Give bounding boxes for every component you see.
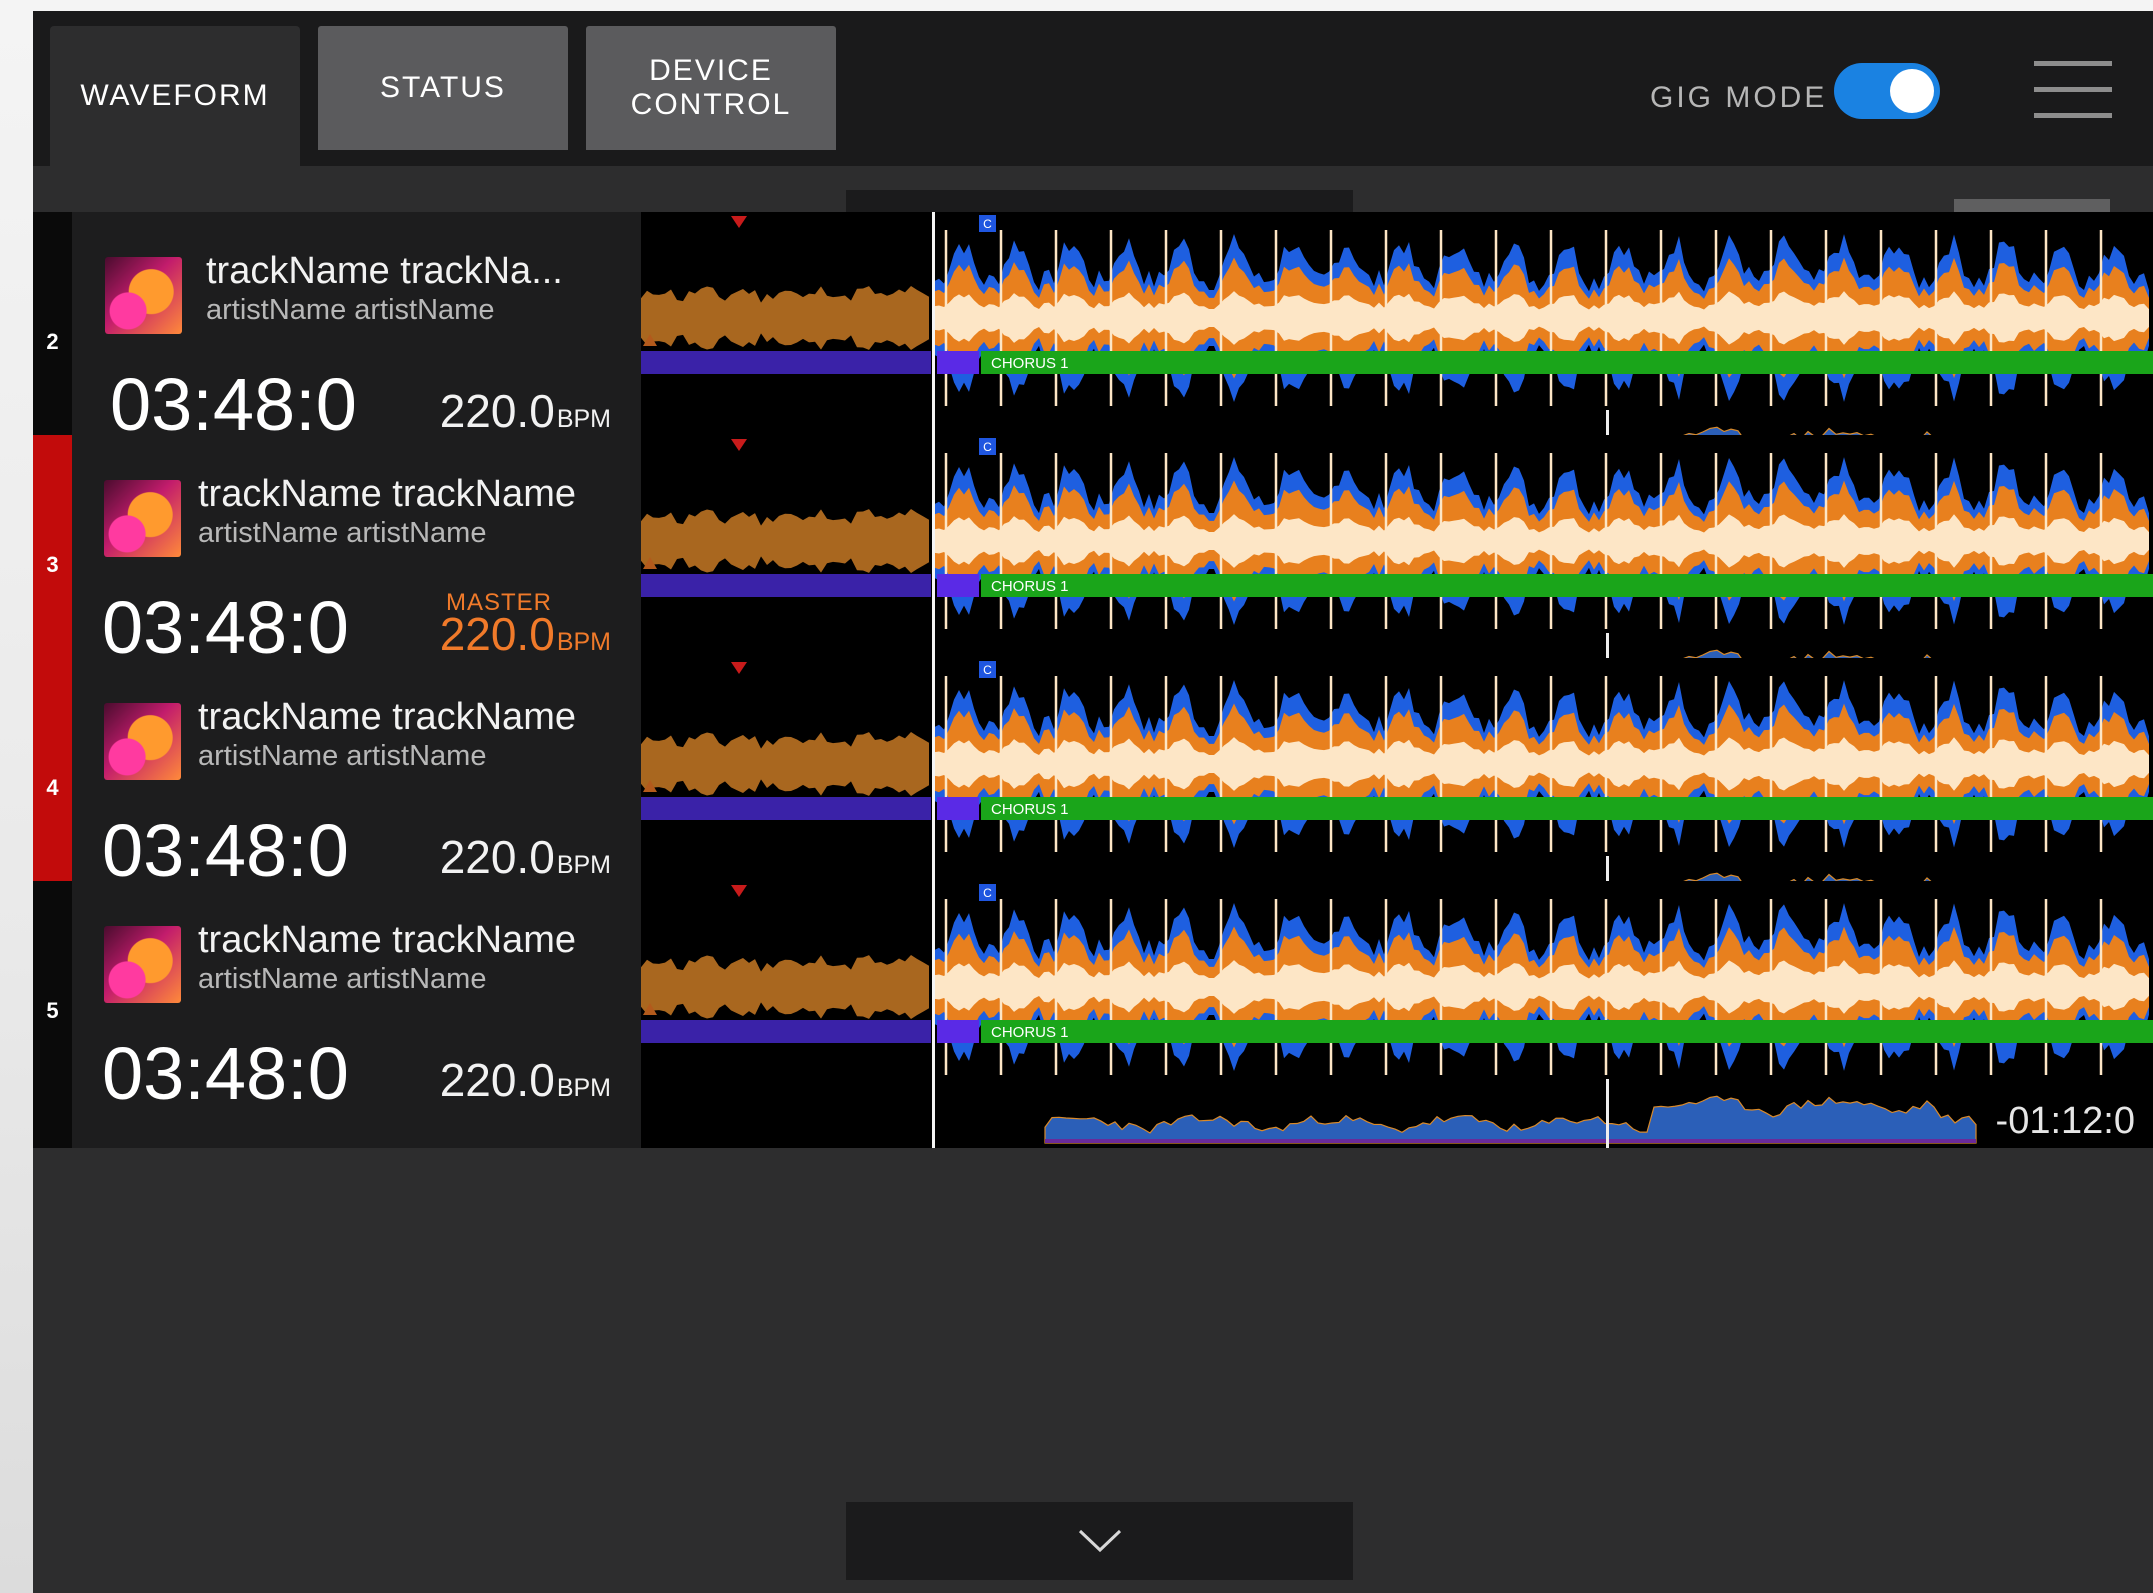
menu-line: [2034, 87, 2112, 92]
menu-line: [2034, 61, 2112, 66]
phrase-up-bar: [937, 351, 979, 374]
app-window: WAVEFORM STATUS DEVICE CONTROL GIG MODE …: [33, 11, 2153, 1593]
phrase-intro-bar: [641, 351, 931, 374]
deck-number: 5: [46, 998, 59, 1023]
cue-c-label: C: [983, 217, 992, 231]
playhead-line: [932, 881, 935, 1148]
gig-mode-label: GIG MODE: [1650, 81, 1828, 114]
waveform-svg: C CHORUS 1: [641, 881, 2153, 1148]
phrase-intro-bar: [641, 797, 931, 820]
tab-status[interactable]: STATUS: [318, 26, 568, 150]
cue-c-label: C: [983, 886, 992, 900]
artist-name: artistName artistName: [198, 740, 487, 772]
track-name: trackName trackName: [198, 473, 576, 515]
tab-waveform[interactable]: WAVEFORM: [50, 26, 300, 166]
deck-row-5[interactable]: 5 trackName trackName artistName artistN…: [33, 881, 2153, 1148]
deck-number: 3: [46, 552, 59, 577]
tab-device-control[interactable]: DEVICE CONTROL: [586, 26, 836, 150]
phrase-label: CHORUS 1: [991, 801, 1069, 818]
remaining-time: -01:12:0: [1995, 1100, 2135, 1142]
album-art: [104, 703, 181, 780]
cue-c-label: C: [983, 663, 992, 677]
menu-line: [2034, 113, 2112, 118]
bpm-unit: BPM: [556, 1074, 611, 1102]
phrase-chorus-bar: [981, 351, 2153, 374]
phrase-chorus-bar: [981, 1020, 2153, 1043]
bpm-unit: BPM: [556, 851, 611, 879]
bpm-display: 220.0BPM: [440, 1053, 611, 1107]
artist-name: artistName artistName: [206, 294, 495, 326]
track-info-panel[interactable]: trackName trackName artistName artistNam…: [72, 881, 641, 1148]
waveform-display[interactable]: C CHORUS 1: [641, 881, 2153, 1148]
phrase-up-bar: [937, 1020, 979, 1043]
bpm-unit: BPM: [556, 405, 611, 433]
bpm-value: 220.0: [439, 608, 555, 660]
bpm-value: 220.0: [439, 385, 555, 437]
album-art: [105, 257, 182, 334]
artist-name: artistName artistName: [198, 517, 487, 549]
bpm-display: 220.0BPM: [440, 384, 611, 438]
artist-name: artistName artistName: [198, 963, 487, 995]
deck-number: 2: [46, 329, 59, 354]
track-name: trackName trackNa...: [206, 250, 563, 292]
album-art: [104, 480, 181, 557]
elapsed-time: 03:48:0: [102, 1032, 349, 1115]
scroll-down-button[interactable]: [846, 1502, 1353, 1580]
phrase-up-bar: [937, 797, 979, 820]
bpm-display: 220.0BPM: [440, 607, 611, 661]
phrase-chorus-bar: [981, 797, 2153, 820]
bpm-display: 220.0BPM: [440, 830, 611, 884]
bpm-unit: BPM: [556, 628, 611, 656]
phrase-label: CHORUS 1: [991, 578, 1069, 595]
cue-c-label: C: [983, 440, 992, 454]
phrase-label: CHORUS 1: [991, 1024, 1069, 1041]
phrase-intro-bar: [641, 574, 931, 597]
overview-phrase-strip: [1045, 1139, 1976, 1143]
album-art: [104, 926, 181, 1003]
chevron-down-icon: [1078, 1529, 1121, 1553]
bpm-value: 220.0: [439, 831, 555, 883]
deck-number: 4: [46, 775, 59, 800]
toggle-knob: [1890, 69, 1934, 113]
top-bar: WAVEFORM STATUS DEVICE CONTROL GIG MODE: [33, 11, 2153, 166]
track-name: trackName trackName: [198, 696, 576, 738]
track-name: trackName trackName: [198, 919, 576, 961]
gig-mode-toggle[interactable]: [1834, 63, 1940, 119]
phrase-label: CHORUS 1: [991, 355, 1069, 372]
phrase-up-bar: [937, 574, 979, 597]
overview-position-line: [1606, 1079, 1609, 1148]
phrase-intro-bar: [641, 1020, 931, 1043]
hamburger-menu-icon[interactable]: [2034, 59, 2112, 121]
phrase-chorus-bar: [981, 574, 2153, 597]
bpm-value: 220.0: [439, 1054, 555, 1106]
